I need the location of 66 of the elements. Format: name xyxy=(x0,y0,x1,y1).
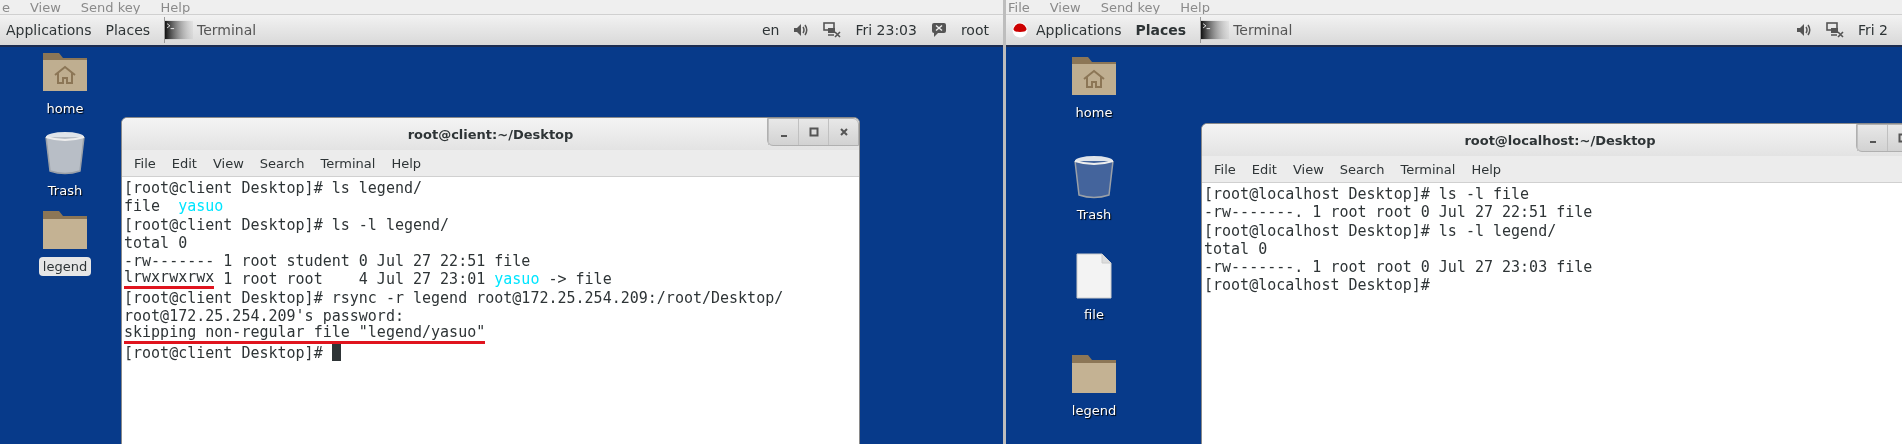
panel-text: root xyxy=(960,22,989,38)
icon-label[interactable]: home xyxy=(42,99,88,118)
terminal-text: [root@localhost Desktop]# ls -l legend/ xyxy=(1204,221,1557,240)
window-title: root@localhost:~/Desktop xyxy=(1464,132,1656,148)
menu-item[interactable]: Search xyxy=(1331,161,1393,177)
trash-icon[interactable] xyxy=(1072,153,1116,199)
minimize-icon xyxy=(1869,141,1876,143)
icon-label[interactable]: file xyxy=(1080,305,1108,324)
menu-item[interactable]: View xyxy=(1284,161,1332,177)
menu-item[interactable]: Help xyxy=(1463,161,1510,177)
volume-icon[interactable] xyxy=(793,22,810,38)
menu-item[interactable]: Help xyxy=(383,155,430,171)
terminal-text: [root@client Desktop]# rsync -r legend root@172.25.254.209:/root/Desktop/ xyxy=(124,288,784,308)
terminal-text: 1 root root 4 Jul 27 23:01 xyxy=(222,270,487,289)
terminal-text: [root@client Desktop]# ls legend/ xyxy=(124,179,422,198)
terminal-text: total 0 xyxy=(124,233,188,253)
terminal-area[interactable]: [root@localhost Desktop]# ls -l file -rw-------. 1 root root 0 Jul 27 22:51 file [root@localhost Desktop]# ls -l legend/ total 0 -rw-------. 1 root root 0 Jul 27 23:03 file [root@localhost Desktop]# xyxy=(1202,183,1902,297)
window-title: root@client:~/Desktop xyxy=(407,126,574,142)
icon-label[interactable]: legend xyxy=(1067,401,1121,420)
terminal-text: -> file xyxy=(547,270,612,289)
terminal-text: total 0 xyxy=(1204,239,1268,259)
file-icon[interactable] xyxy=(1076,253,1112,299)
terminal-text: lrwxrwxrwx xyxy=(124,270,215,289)
menu-item[interactable]: Terminal xyxy=(1392,161,1464,177)
terminal-text: -rw-------. 1 root root 0 Jul 27 22:51 file xyxy=(1204,203,1593,222)
maximize-icon xyxy=(808,127,819,137)
menu-item[interactable]: Edit xyxy=(163,155,205,171)
volume-icon[interactable] xyxy=(1795,22,1812,38)
icon-label[interactable]: Trash xyxy=(1072,205,1116,224)
panel-text: Fri 23:03 xyxy=(855,22,917,38)
terminal-text: [root@client Desktop]# ls -l legend/ xyxy=(124,215,450,234)
terminal-text: [root@localhost Desktop]# ls -l file xyxy=(1204,185,1530,204)
taskbar-button[interactable]: Terminal xyxy=(1200,17,1303,43)
close-icon xyxy=(838,127,849,137)
folder-icon[interactable] xyxy=(41,209,89,251)
icon-label[interactable]: home xyxy=(1071,103,1117,122)
panel-text: en xyxy=(761,22,780,38)
terminal-text: [root@localhost Desktop]# xyxy=(1204,276,1430,295)
network-icon[interactable] xyxy=(1825,22,1844,38)
terminal-text: [root@client Desktop]# xyxy=(124,343,324,362)
menu-item[interactable]: File xyxy=(126,155,164,171)
panel-menu[interactable]: Applications xyxy=(6,22,92,38)
trash-icon[interactable] xyxy=(43,129,87,175)
panel-menu[interactable]: Applications xyxy=(1036,22,1122,38)
terminal-text: -rw-------. 1 root root 0 Jul 27 23:03 file xyxy=(1204,258,1593,277)
terminal-text: skipping non-regular file "legend/yasuo" xyxy=(124,325,486,344)
taskbar-button[interactable]: Terminal xyxy=(164,17,267,43)
panel-menu[interactable]: Places xyxy=(1135,22,1187,38)
terminal-text: file xyxy=(124,197,162,216)
icon-label[interactable]: Trash xyxy=(43,181,87,200)
terminal-text: yasuo xyxy=(494,270,540,289)
terminal-text: -rw------- 1 root student 0 Jul 27 22:51 file xyxy=(124,252,531,271)
menu-item[interactable]: Terminal xyxy=(312,155,384,171)
panel-text: Fri 2 xyxy=(1857,22,1888,38)
network-icon[interactable] xyxy=(823,22,842,38)
user-menu-icon[interactable] xyxy=(930,22,947,38)
menu-item[interactable]: Search xyxy=(251,155,313,171)
icon-label[interactable]: legend xyxy=(38,257,92,276)
terminal-text: yasuo xyxy=(178,197,224,216)
terminal-text: root@172.25.254.209's password: xyxy=(124,307,404,326)
menu-item[interactable]: Edit xyxy=(1243,161,1285,177)
menu-item[interactable]: View xyxy=(204,155,252,171)
minimize-icon xyxy=(780,135,787,137)
folder-icon[interactable] xyxy=(1070,353,1118,395)
menu-item[interactable]: File xyxy=(1206,161,1244,177)
panel-menu[interactable]: Places xyxy=(105,22,151,38)
